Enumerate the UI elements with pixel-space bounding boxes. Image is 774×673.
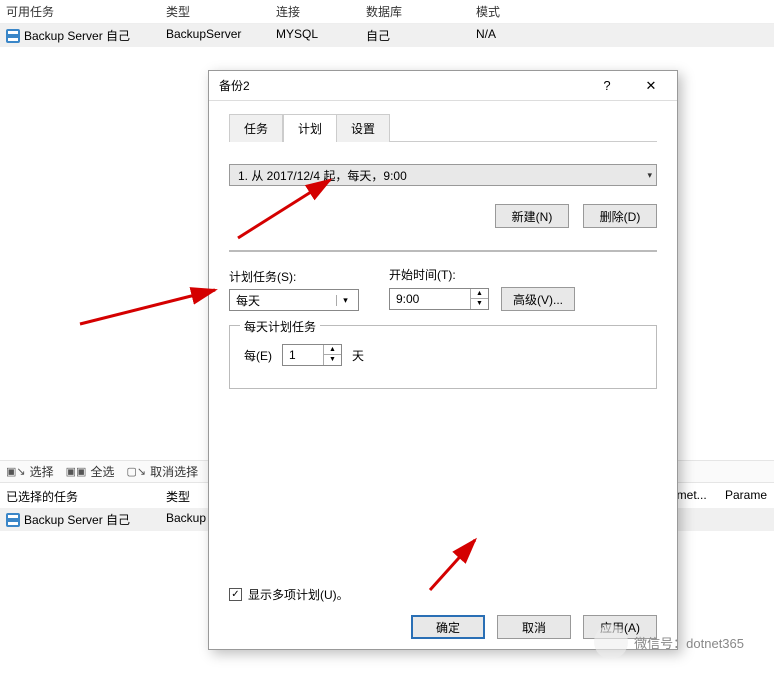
select-button[interactable]: ▣↘选择 [6,463,54,480]
every-spinner[interactable]: 1 ▲ ▼ [282,344,342,366]
dialog-title: 备份2 [219,77,585,94]
schedule-combo[interactable]: 1. 从 2017/12/4 起，每天，9:00 ▾ [229,164,657,186]
dialog-tabs: 任务 计划 设置 [229,113,657,142]
col-task: 可用任务 [0,0,160,23]
tab-plan[interactable]: 计划 [283,114,337,142]
tab-settings[interactable]: 设置 [337,114,390,142]
cell-type: BackupServer [160,24,270,47]
new-button[interactable]: 新建(N) [495,204,569,228]
backup-schedule-dialog: 备份2 ? ✕ 任务 计划 设置 1. 从 2017/12/4 起，每天，9:0… [208,70,678,650]
spinner-down-icon[interactable]: ▼ [471,299,488,309]
chevron-down-icon: ▾ [336,295,354,306]
cancel-select-button[interactable]: ▢↘取消选择 [126,463,198,480]
server-icon [6,29,20,43]
tab-task[interactable]: 任务 [229,114,283,142]
cell-mode: N/A [470,24,570,47]
spinner-down-icon[interactable]: ▼ [324,355,341,365]
sel-col-task: 已选择的任务 [0,485,160,508]
cell-conn: MYSQL [270,24,360,47]
sel-col-parame: Parame [719,485,774,508]
col-conn: 连接 [270,0,360,23]
show-multiple-checkbox[interactable]: ✓ [229,588,242,601]
delete-button[interactable]: 删除(D) [583,204,657,228]
ok-button[interactable]: 确定 [411,615,485,639]
chevron-down-icon: ▾ [647,170,652,181]
server-icon [6,513,20,527]
cell-task: Backup Server 自己 [24,27,130,44]
plan-task-label: 计划任务(S): [229,268,359,285]
col-type: 类型 [160,0,270,23]
plan-task-select[interactable]: 每天 ▾ [229,289,359,311]
start-time-spinner[interactable]: 9:00 ▲ ▼ [389,288,489,310]
start-time-label: 开始时间(T): [389,266,575,283]
col-db: 数据库 [360,0,470,23]
spinner-up-icon[interactable]: ▲ [471,289,488,299]
cancel-button[interactable]: 取消 [497,615,571,639]
help-button[interactable]: ? [585,72,629,100]
spinner-up-icon[interactable]: ▲ [324,345,341,355]
table-row[interactable]: Backup Server 自己 BackupServer MYSQL 自己 N… [0,24,774,47]
close-button[interactable]: ✕ [629,72,673,100]
select-all-button[interactable]: ▣▣全选 [66,463,115,480]
group-title: 每天计划任务 [240,318,320,335]
bg-table-header: 可用任务 类型 连接 数据库 模式 [0,0,774,24]
every-label: 每(E) [244,347,272,364]
schedule-text: 1. 从 2017/12/4 起，每天，9:00 [238,167,647,184]
unit-label: 天 [352,347,364,364]
col-mode: 模式 [470,0,570,23]
cell-db: 自己 [360,24,470,47]
wechat-icon [594,625,628,659]
watermark: 微信号：dotnet365 [594,625,744,659]
advanced-button[interactable]: 高级(V)... [501,287,575,311]
show-multiple-label: 显示多项计划(U)。 [248,586,349,603]
dialog-titlebar[interactable]: 备份2 ? ✕ [209,71,677,101]
sel-cell-task: Backup Server 自己 [24,511,130,528]
divider [229,250,657,252]
daily-plan-group: 每天计划任务 每(E) 1 ▲ ▼ 天 [229,325,657,389]
